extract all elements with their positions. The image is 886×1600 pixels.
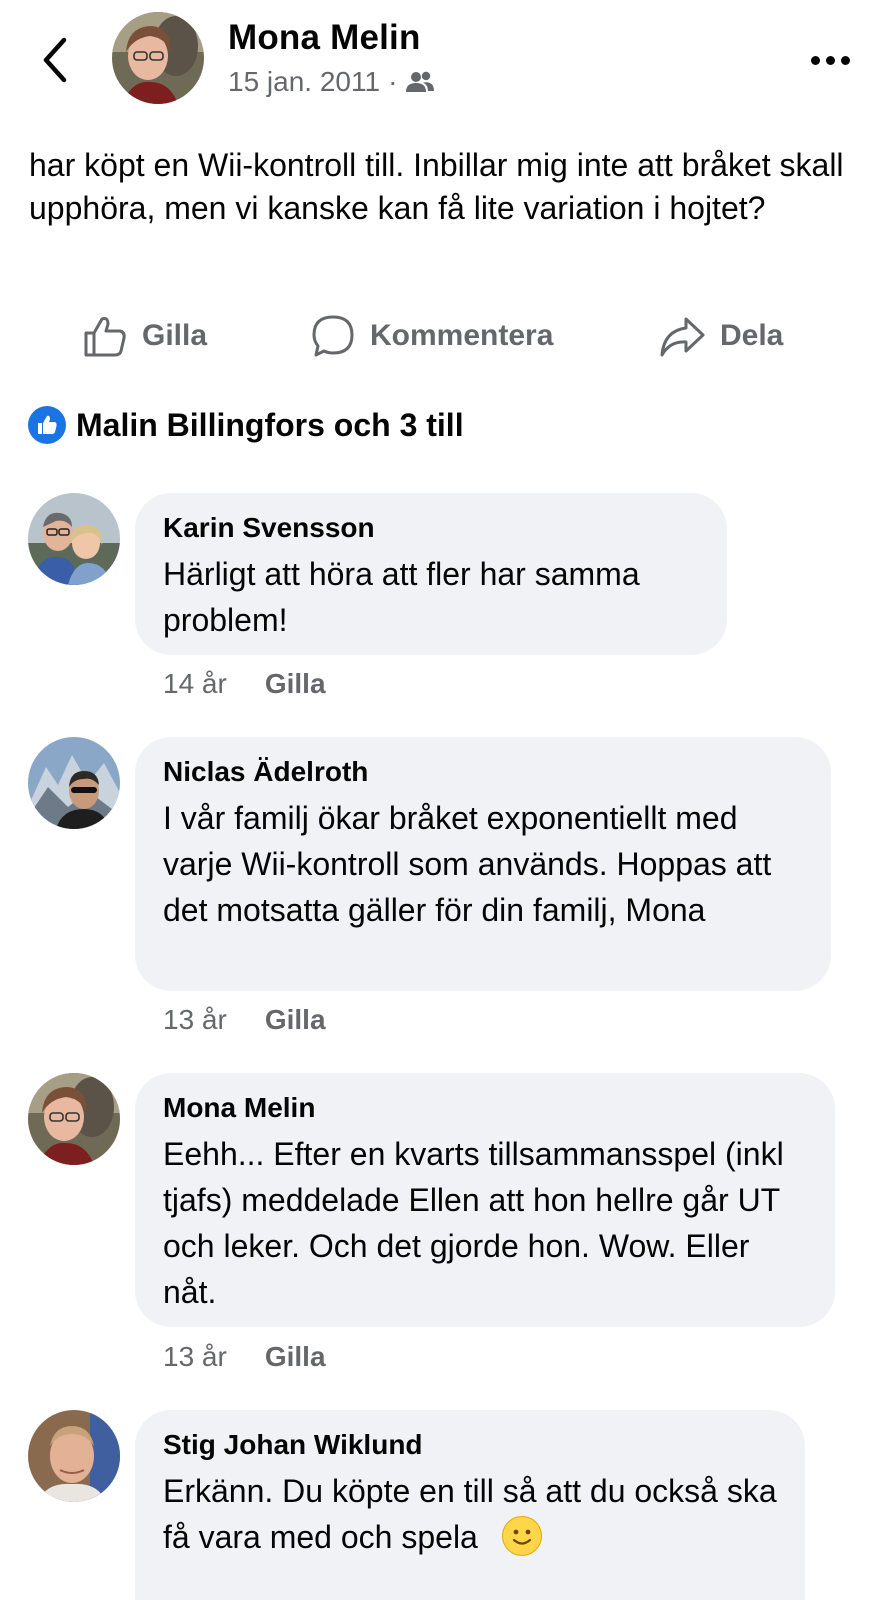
commenter-name[interactable]: Niclas Ädelroth	[163, 755, 803, 789]
reactions-text: Malin Billingfors och 3 till	[76, 406, 464, 443]
comment-meta: 13 år Gilla	[163, 1341, 326, 1373]
comment-label: Kommentera	[370, 319, 554, 352]
share-label: Dela	[720, 319, 784, 352]
comment-like-button[interactable]: Gilla	[265, 1341, 326, 1373]
back-button[interactable]	[30, 30, 80, 90]
like-label: Gilla	[142, 319, 208, 352]
commenter-avatar[interactable]	[28, 1073, 120, 1165]
commenter-avatar[interactable]	[28, 1410, 120, 1502]
comment-time[interactable]: 14 år	[163, 668, 227, 700]
more-options-button[interactable]	[800, 40, 860, 80]
comment-time[interactable]: 13 år	[163, 1341, 227, 1373]
chevron-left-icon	[43, 37, 67, 83]
post-text: har köpt en Wii-kontroll till. Inbillar …	[29, 147, 844, 226]
comment-bubble: Mona Melin Eehh... Efter en kvarts tills…	[135, 1073, 835, 1327]
commenter-name[interactable]: Mona Melin	[163, 1091, 807, 1125]
comment-text-wrap: Erkänn. Du köpte en till så att du också…	[163, 1468, 777, 1560]
post-date[interactable]: 15 jan. 2011	[228, 66, 380, 98]
commenter-name[interactable]: Stig Johan Wiklund	[163, 1428, 777, 1462]
commenter-name[interactable]: Karin Svensson	[163, 511, 699, 545]
comment-text: Eehh... Efter en kvarts tillsammansspel …	[163, 1136, 784, 1310]
thumbs-up-icon	[84, 317, 126, 357]
comment-bubble: Stig Johan Wiklund Erkänn. Du köpte en t…	[135, 1410, 805, 1600]
comment-bubble: Karin Svensson Härligt att höra att fler…	[135, 493, 727, 655]
comment-time[interactable]: 13 år	[163, 1004, 227, 1036]
share-icon	[660, 317, 705, 357]
comment-meta: 13 år Gilla	[163, 1004, 326, 1036]
comment-bubble: Niclas Ädelroth I vår familj ökar bråket…	[135, 737, 831, 991]
more-dot-icon	[825, 55, 835, 65]
author-name[interactable]: Mona Melin	[228, 18, 421, 58]
comment-meta: 14 år Gilla	[163, 668, 326, 700]
author-avatar[interactable]	[112, 12, 204, 104]
slightly-smiling-face-icon	[501, 1516, 542, 1556]
like-badge-icon	[28, 406, 66, 444]
more-dot-icon	[810, 55, 820, 65]
post-meta: 15 jan. 2011 ·	[228, 66, 435, 98]
friends-icon	[406, 71, 435, 92]
commenter-avatar[interactable]	[28, 493, 120, 585]
comment-icon	[312, 315, 354, 357]
comment-like-button[interactable]: Gilla	[265, 1004, 326, 1036]
comment-text: I vår familj ökar bråket exponentiellt m…	[163, 800, 772, 928]
like-button[interactable]: Gilla	[82, 308, 207, 364]
more-dot-icon	[840, 55, 850, 65]
meta-separator: ·	[388, 66, 398, 97]
share-button[interactable]: Dela	[658, 308, 783, 364]
comment-text: Erkänn. Du köpte en till så att du också…	[163, 1473, 777, 1555]
commenter-avatar[interactable]	[28, 737, 120, 829]
comment-button[interactable]: Kommentera	[310, 308, 553, 364]
comment-like-button[interactable]: Gilla	[265, 668, 326, 700]
comment-text: Härligt att höra att fler har samma prob…	[163, 556, 640, 638]
reactions-summary[interactable]: Malin Billingfors och 3 till	[28, 406, 464, 444]
